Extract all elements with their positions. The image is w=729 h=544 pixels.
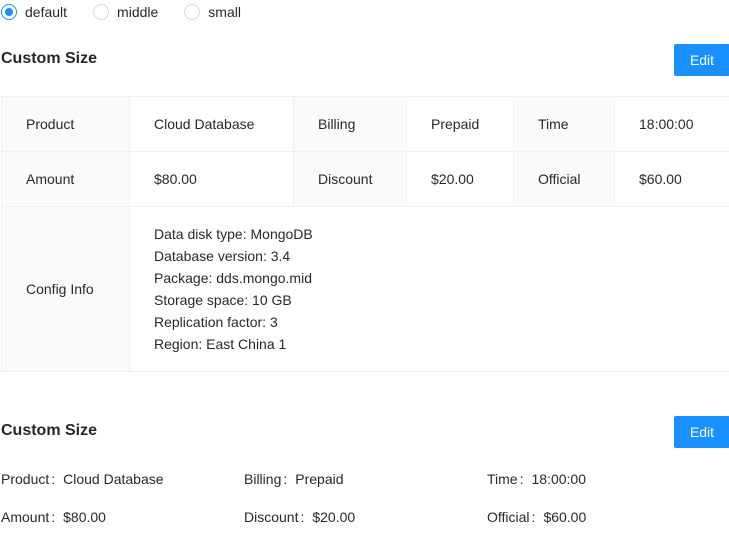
billing-value: Prepaid <box>406 96 514 152</box>
plain-time-value: 18:00:00 <box>531 471 586 487</box>
official-value: $60.00 <box>614 151 729 207</box>
plain-edit-button[interactable]: Edit <box>674 416 729 448</box>
product-label: Product <box>1 96 130 152</box>
plain-official-label: Official <box>487 509 530 525</box>
plain-amount-label: Amount <box>1 509 50 525</box>
plain-amount-item: Amount: $80.00 <box>1 506 106 528</box>
radio-middle[interactable]: middle <box>93 4 158 20</box>
radio-middle-circle[interactable] <box>93 4 110 20</box>
bordered-descriptions-table: Product Cloud Database Billing Prepaid T… <box>1 96 729 372</box>
plain-official-item: Official: $60.00 <box>487 506 586 528</box>
discount-label: Discount <box>293 151 407 207</box>
desc-row-2: Amount $80.00 Discount $20.00 Official $… <box>1 151 729 207</box>
config-line: Database version: 3.4 <box>154 248 291 264</box>
config-info-label: Config Info <box>1 206 130 372</box>
plain-billing-item: Billing: Prepaid <box>244 468 344 490</box>
radio-small-circle[interactable] <box>184 4 201 20</box>
plain-amount-value: $80.00 <box>63 509 106 525</box>
config-line: Data disk type: MongoDB <box>154 226 313 242</box>
plain-official-value: $60.00 <box>543 509 587 525</box>
amount-value: $80.00 <box>129 151 294 207</box>
desc-row-1: Product Cloud Database Billing Prepaid T… <box>1 96 729 152</box>
plain-product-label: Product <box>1 471 50 487</box>
time-label: Time <box>513 96 615 152</box>
plain-billing-label: Billing <box>244 471 282 487</box>
plain-row-2: Amount: $80.00 Discount: $20.00 Official… <box>1 506 729 528</box>
plain-section-title: Custom Size <box>1 422 98 439</box>
config-info-value: Data disk type: MongoDB Database version… <box>129 206 729 372</box>
desc-row-config: Config Info Data disk type: MongoDB Data… <box>1 206 729 372</box>
radio-small-label: small <box>208 4 241 20</box>
config-line: Storage space: 10 GB <box>154 292 292 308</box>
radio-default-label: default <box>25 4 68 20</box>
amount-label: Amount <box>1 151 130 207</box>
discount-value: $20.00 <box>406 151 514 207</box>
radio-default-circle[interactable] <box>1 4 17 20</box>
plain-time-item: Time: 18:00:00 <box>487 468 586 490</box>
plain-billing-value: Prepaid <box>295 471 344 487</box>
radio-middle-label: middle <box>117 4 159 20</box>
plain-time-label: Time <box>487 471 518 487</box>
plain-discount-label: Discount <box>244 509 299 525</box>
plain-discount-value: $20.00 <box>312 509 356 525</box>
plain-product-value: Cloud Database <box>63 471 164 487</box>
config-line: Region: East China 1 <box>154 336 287 352</box>
plain-discount-item: Discount: $20.00 <box>244 506 355 528</box>
size-radio-group: default middle small <box>1 2 267 22</box>
official-label: Official <box>513 151 615 207</box>
config-line: Package: dds.mongo.mid <box>154 270 312 286</box>
bordered-section-title: Custom Size <box>1 50 98 67</box>
radio-default[interactable]: default <box>1 4 67 20</box>
radio-small[interactable]: small <box>184 4 241 20</box>
bordered-edit-button[interactable]: Edit <box>674 44 729 76</box>
plain-row-1: Product: Cloud Database Billing: Prepaid… <box>1 468 729 490</box>
product-value: Cloud Database <box>129 96 294 152</box>
time-value: 18:00:00 <box>614 96 729 152</box>
billing-label: Billing <box>293 96 407 152</box>
config-line: Replication factor: 3 <box>154 314 278 330</box>
plain-product-item: Product: Cloud Database <box>1 468 164 490</box>
